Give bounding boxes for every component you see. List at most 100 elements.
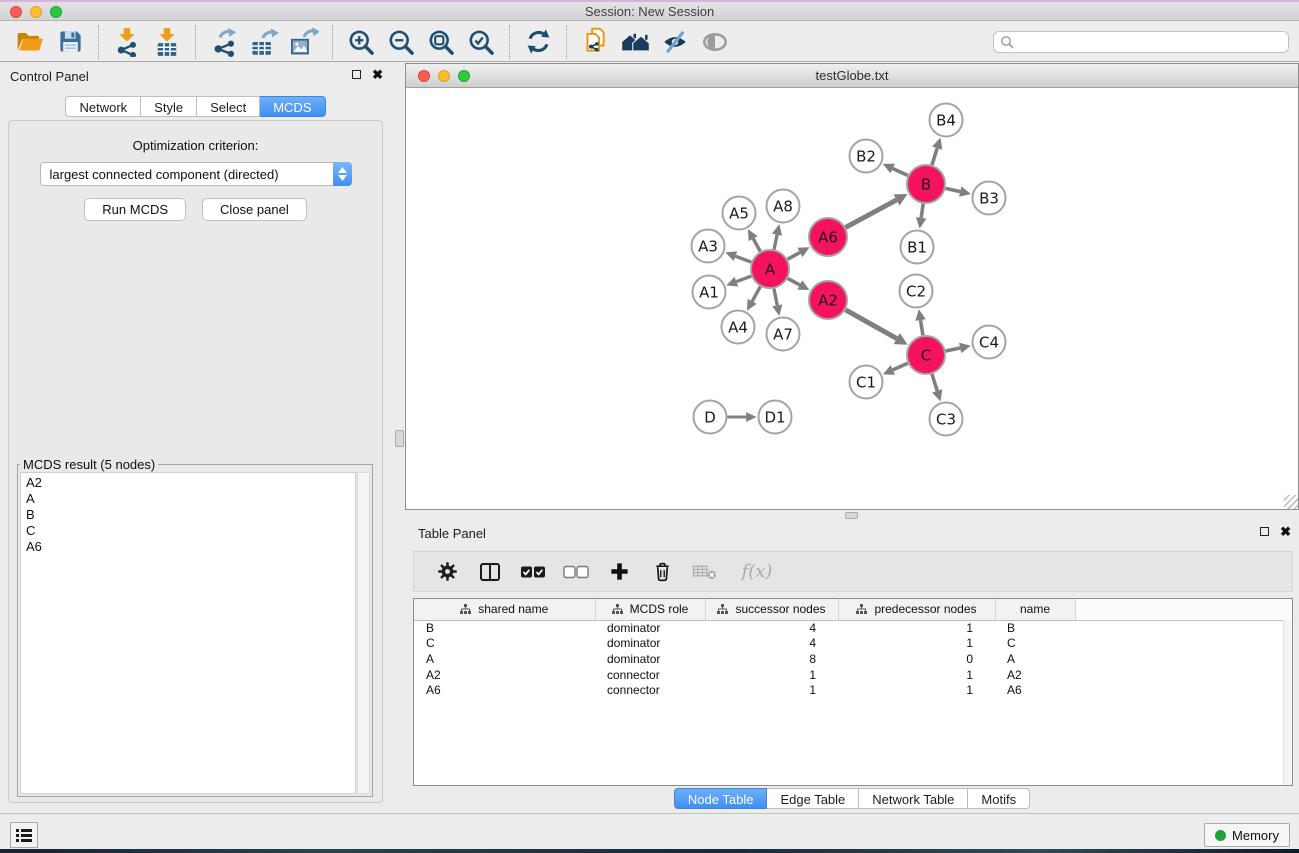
- table-cell[interactable]: 1: [838, 620, 995, 636]
- vertical-splitter-handle[interactable]: [395, 430, 404, 447]
- node-A5[interactable]: A5: [723, 197, 756, 230]
- network-canvas[interactable]: AA6A2BCA1A3A4A5A7A8B1B2B3B4C1C2C3C4DD1: [406, 88, 1297, 509]
- table-row[interactable]: A6connector11A6: [414, 682, 1292, 698]
- mcds-result-item[interactable]: C: [26, 523, 350, 539]
- node-B3[interactable]: B3: [973, 182, 1006, 215]
- tab-style[interactable]: Style: [141, 96, 197, 117]
- edge-A-A5[interactable]: [748, 229, 760, 251]
- node-A2[interactable]: A2: [809, 281, 847, 319]
- table-cell[interactable]: 1: [838, 682, 995, 698]
- table-cell[interactable]: C: [414, 636, 595, 652]
- node-B[interactable]: B: [907, 165, 945, 203]
- mcds-result-item[interactable]: B: [26, 507, 350, 523]
- edge-A2-C[interactable]: [845, 310, 907, 345]
- node-B2[interactable]: B2: [850, 140, 883, 173]
- node-A8[interactable]: A8: [767, 190, 800, 223]
- float-panel-icon[interactable]: [352, 70, 361, 79]
- zoom-network-window-button[interactable]: [458, 70, 470, 82]
- hide-graphics-details-button[interactable]: [655, 24, 695, 60]
- table-cell[interactable]: 4: [705, 636, 838, 652]
- node-D[interactable]: D: [694, 401, 727, 434]
- tab-motifs[interactable]: Motifs: [968, 788, 1030, 809]
- column-header-shared-name[interactable]: shared name: [414, 599, 595, 620]
- select-all-columns-button[interactable]: [520, 559, 546, 585]
- window-resize-grip[interactable]: [1284, 495, 1298, 509]
- table-cell[interactable]: A: [414, 651, 595, 667]
- table-cell[interactable]: B: [414, 620, 595, 636]
- mcds-result-item[interactable]: A2: [26, 475, 350, 491]
- node-A4[interactable]: A4: [722, 311, 755, 344]
- column-header-name[interactable]: name: [995, 599, 1075, 620]
- node-table[interactable]: shared nameMCDS rolesuccessor nodesprede…: [414, 599, 1292, 698]
- network-window-titlebar[interactable]: testGlobe.txt: [406, 64, 1298, 88]
- float-table-panel-icon[interactable]: [1260, 527, 1269, 536]
- node-A[interactable]: A: [751, 250, 789, 288]
- edge-B-B4[interactable]: [932, 138, 942, 165]
- column-header-mcds-role[interactable]: MCDS role: [595, 599, 705, 620]
- tab-network-table[interactable]: Network Table: [859, 788, 968, 809]
- show-column-panel-button[interactable]: [477, 559, 503, 585]
- export-table-button[interactable]: [244, 24, 284, 60]
- table-row[interactable]: A2connector11A2: [414, 667, 1292, 683]
- edge-A-A2[interactable]: [788, 278, 810, 290]
- table-options-button[interactable]: [434, 559, 460, 585]
- edge-A-A6[interactable]: [788, 247, 810, 259]
- function-builder-button[interactable]: f(x): [735, 559, 779, 585]
- table-scrollbar[interactable]: [1283, 620, 1292, 785]
- import-table-button[interactable]: [147, 24, 187, 60]
- node-C4[interactable]: C4: [973, 326, 1006, 359]
- zoom-window-button[interactable]: [50, 6, 62, 18]
- table-cell[interactable]: 1: [838, 667, 995, 683]
- tab-node-table[interactable]: Node Table: [674, 788, 768, 809]
- column-header-successor-nodes[interactable]: successor nodes: [705, 599, 838, 620]
- node-C1[interactable]: C1: [850, 366, 883, 399]
- table-cell[interactable]: C: [995, 636, 1075, 652]
- run-mcds-button[interactable]: Run MCDS: [84, 198, 186, 221]
- table-cell[interactable]: 8: [705, 651, 838, 667]
- export-image-button[interactable]: [284, 24, 324, 60]
- table-row[interactable]: Adominator80A: [414, 651, 1292, 667]
- tab-edge-table[interactable]: Edge Table: [767, 788, 859, 809]
- table-cell[interactable]: connector: [595, 667, 705, 683]
- open-session-button[interactable]: [10, 24, 50, 60]
- zoom-fit-button[interactable]: [421, 24, 461, 60]
- zoom-selected-button[interactable]: [461, 24, 501, 60]
- tab-mcds[interactable]: MCDS: [260, 96, 325, 117]
- zoom-in-button[interactable]: [341, 24, 381, 60]
- table-cell[interactable]: dominator: [595, 651, 705, 667]
- select-stepper-icon[interactable]: [333, 162, 352, 186]
- table-cell[interactable]: A6: [414, 682, 595, 698]
- edge-A6-B[interactable]: [846, 194, 908, 227]
- table-cell[interactable]: B: [995, 620, 1075, 636]
- node-A3[interactable]: A3: [692, 230, 725, 263]
- node-D1[interactable]: D1: [759, 401, 792, 434]
- edge-A-A4[interactable]: [747, 287, 760, 311]
- zoom-out-button[interactable]: [381, 24, 421, 60]
- deselect-all-columns-button[interactable]: [563, 559, 589, 585]
- table-row[interactable]: Bdominator41B: [414, 620, 1292, 636]
- table-cell[interactable]: A2: [995, 667, 1075, 683]
- delete-table-button[interactable]: [692, 559, 718, 585]
- table-cell[interactable]: 0: [838, 651, 995, 667]
- save-session-button[interactable]: [50, 24, 90, 60]
- minimize-network-window-button[interactable]: [438, 70, 450, 82]
- node-B4[interactable]: B4: [930, 104, 963, 137]
- node-A7[interactable]: A7: [767, 318, 800, 351]
- tab-select[interactable]: Select: [197, 96, 260, 117]
- table-cell[interactable]: dominator: [595, 636, 705, 652]
- refresh-view-button[interactable]: [518, 24, 558, 60]
- table-cell[interactable]: 4: [705, 620, 838, 636]
- home-button[interactable]: [615, 24, 655, 60]
- edge-C-C4[interactable]: [946, 343, 971, 353]
- horizontal-splitter-handle[interactable]: [845, 512, 858, 519]
- tab-network[interactable]: Network: [65, 96, 141, 117]
- task-history-button[interactable]: [10, 822, 38, 848]
- node-C2[interactable]: C2: [900, 275, 933, 308]
- criterion-select[interactable]: largest connected component (directed): [40, 162, 352, 186]
- close-panel-button[interactable]: Close panel: [202, 198, 307, 221]
- edge-B-B2[interactable]: [883, 164, 908, 176]
- export-network-button[interactable]: [204, 24, 244, 60]
- edge-A-A3[interactable]: [725, 251, 751, 262]
- edge-D-D1[interactable]: [728, 412, 757, 422]
- edge-C-C2[interactable]: [915, 309, 925, 335]
